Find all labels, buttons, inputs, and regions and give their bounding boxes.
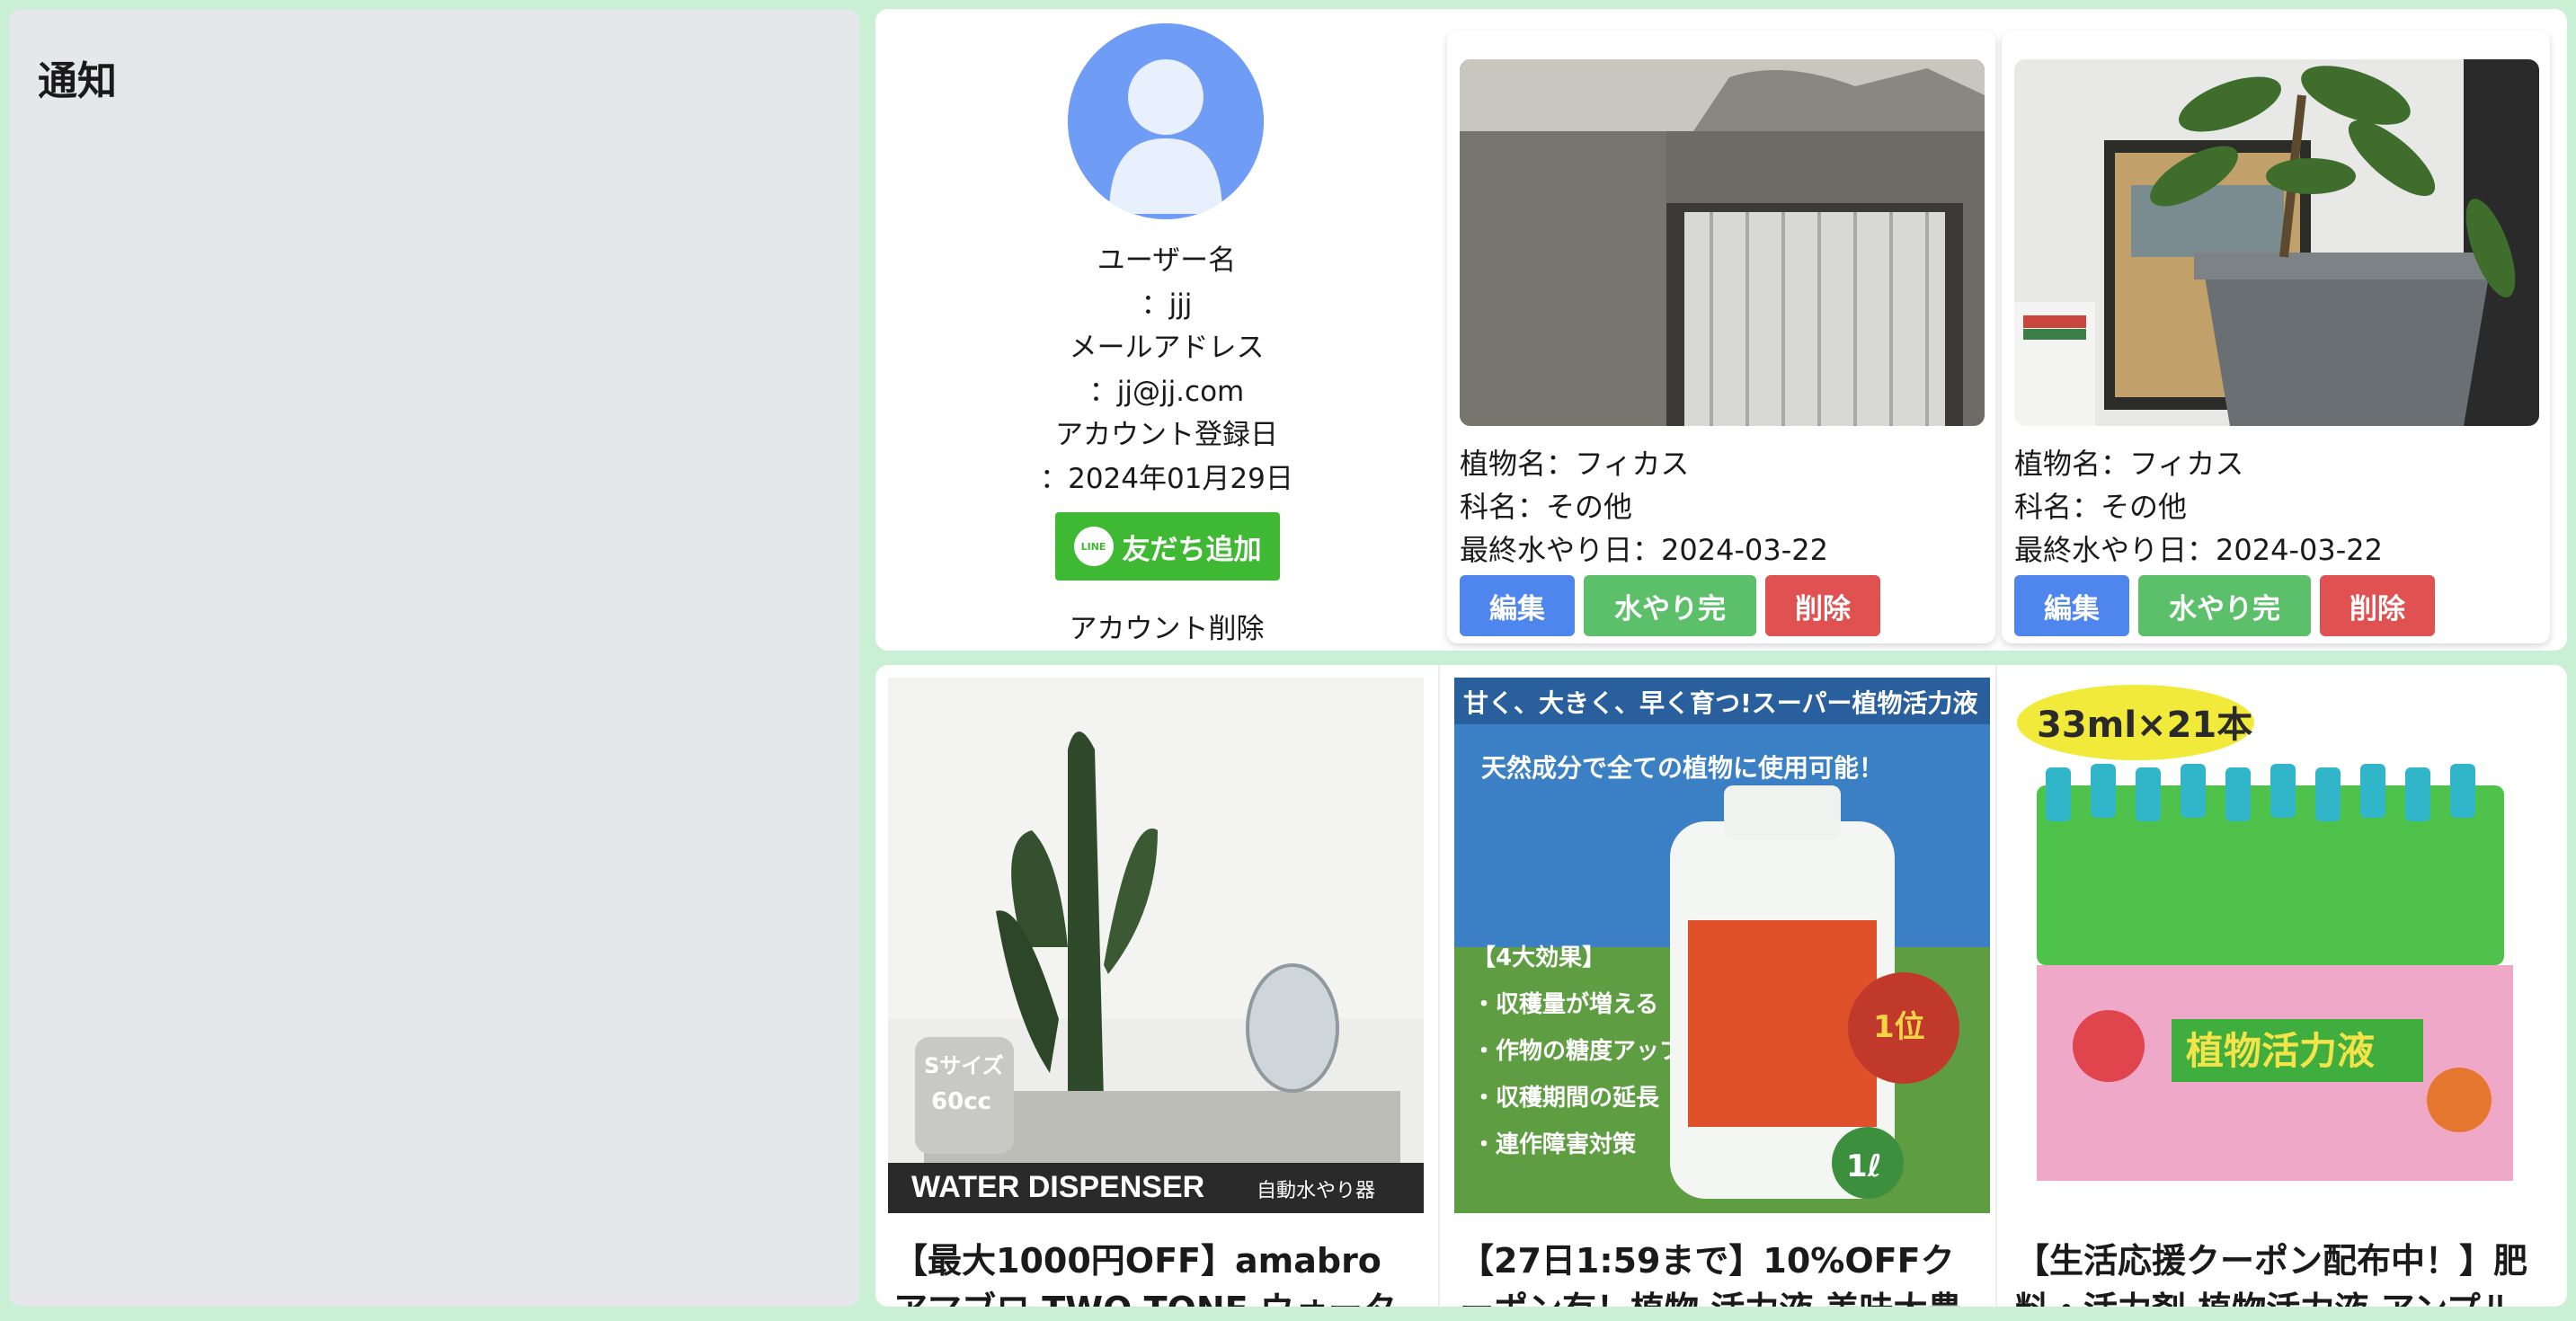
plant-family: 科名：その他 [1460, 490, 1633, 524]
product-image[interactable]: WATER DISPENSER 自動水やり器 Sサイズ 60cc [888, 678, 1424, 1213]
line-icon: LINE [1073, 527, 1114, 566]
delete-button[interactable]: 削除 [2320, 575, 2435, 636]
product-card[interactable]: WATER DISPENSER 自動水やり器 Sサイズ 60cc 【最大1000… [888, 678, 1424, 1307]
product-subheadline: 天然成分で全ての植物に使用可能！ [1481, 753, 1884, 783]
profile-panel: ユーザー名 ：jjj メールアドレス ：jj@jj.com アカウント登録日 ：… [875, 9, 2567, 651]
plant-actions: 編集 水やり完 削除 [1460, 575, 1880, 636]
bullet: 【4大効果】 [1472, 944, 1605, 971]
plant-last-watered: 最終水やり日：2024-03-22 [1460, 533, 1828, 567]
edit-button[interactable]: 編集 [1460, 575, 1575, 636]
plant-name: 植物名：フィカス [2014, 447, 2244, 481]
user-profile: ユーザー名 ：jjj メールアドレス ：jj@jj.com アカウント登録日 ：… [875, 9, 1458, 651]
delete-account-link[interactable]: アカウント削除 [875, 606, 1458, 646]
plant-photo [2014, 59, 2539, 426]
username-value: ：jjj [1141, 288, 1193, 321]
bullet: ・収穫量が増える [1472, 990, 1658, 1018]
plant-family: 科名：その他 [2014, 490, 2188, 524]
bottle-size-label: 1ℓ [1846, 1148, 1882, 1184]
water-dispenser-label: WATER DISPENSER [911, 1170, 1204, 1204]
product-card[interactable]: 甘く、大きく、早く育つ!スーパー植物活力液 天然成分で全ての植物に使用可能！ 【… [1454, 678, 1990, 1307]
email-label: メールアドレス [1069, 332, 1265, 364]
product-image[interactable]: 33ml×21本 植物活力液 [2010, 678, 2545, 1213]
registered-label: アカウント登録日 [1055, 419, 1278, 451]
water-dispenser-sublabel: 自動水やり器 [1257, 1180, 1375, 1202]
plant-info: 植物名：フィカス 科名：その他 最終水やり日：2024-03-22 [2014, 442, 2383, 572]
divider [1995, 665, 1997, 1307]
plant-card: 植物名：フィカス 科名：その他 最終水やり日：2024-03-22 編集 水やり… [2002, 31, 2550, 643]
rank-badge: 1位 [1873, 1009, 1925, 1045]
divider [1438, 665, 1440, 1307]
delete-button[interactable]: 削除 [1765, 575, 1880, 636]
product-headline: 甘く、大きく、早く育つ!スーパー植物活力液 [1463, 688, 1978, 718]
watered-button[interactable]: 水やり完 [2138, 575, 2311, 636]
plant-last-watered: 最終水やり日：2024-03-22 [2014, 533, 2383, 567]
product-title[interactable]: 【27日1:59まで】10%OFFクーポン有！植物 活力液 美味大豊作 [1454, 1237, 1990, 1307]
notifications-title: 通知 [38, 58, 117, 104]
line-add-friend-button[interactable]: LINE 友だち追加 [1055, 512, 1280, 581]
plant-card: 植物名：フィカス 科名：その他 最終水やり日：2024-03-22 編集 水やり… [1447, 31, 1995, 643]
line-button-label: 友だち追加 [1122, 533, 1262, 566]
product-title[interactable]: 【最大1000円OFF】amabro アマブロ TWO TONE ウォーターディ [888, 1237, 1424, 1307]
plant-name: 植物名：フィカス [1460, 447, 1690, 481]
notifications-panel: 通知 [9, 9, 859, 1307]
user-icon [1068, 23, 1264, 219]
edit-button[interactable]: 編集 [2014, 575, 2129, 636]
username-label: ユーザー名 [1097, 244, 1237, 277]
quantity-label: 33ml×21本 [2037, 705, 2252, 746]
size-badge: Sサイズ [924, 1053, 1004, 1078]
watered-button[interactable]: 水やり完 [1584, 575, 1756, 636]
plant-info: 植物名：フィカス 科名：その他 最終水やり日：2024-03-22 [1460, 442, 1828, 572]
plant-photo [1460, 59, 1985, 426]
avatar [1068, 23, 1264, 219]
product-title[interactable]: 【生活応援クーポン配布中！】肥料・活力剤 植物活力液 アンプル [2010, 1237, 2545, 1307]
bullet: ・作物の糖度アップ [1472, 1037, 1683, 1065]
bullet: ・収穫期間の延長 [1472, 1085, 1660, 1112]
profile-details: ユーザー名 ：jjj メールアドレス ：jj@jj.com アカウント登録日 ：… [875, 239, 1458, 501]
product-recommendations: WATER DISPENSER 自動水やり器 Sサイズ 60cc 【最大1000… [875, 665, 2567, 1307]
size-value: 60cc [931, 1088, 991, 1115]
plant-actions: 編集 水やり完 削除 [2014, 575, 2435, 636]
product-card[interactable]: 33ml×21本 植物活力液 【生活応援クーポン配布中！】肥 [2010, 678, 2545, 1307]
product-image[interactable]: 甘く、大きく、早く育つ!スーパー植物活力液 天然成分で全ての植物に使用可能！ 【… [1454, 678, 1990, 1213]
bullet: ・連作障害対策 [1472, 1130, 1636, 1158]
box-label: 植物活力液 [2186, 1029, 2375, 1073]
registered-value: ：2024年01月29日 [1040, 462, 1293, 495]
email-value: ：jj@jj.com [1088, 375, 1245, 408]
